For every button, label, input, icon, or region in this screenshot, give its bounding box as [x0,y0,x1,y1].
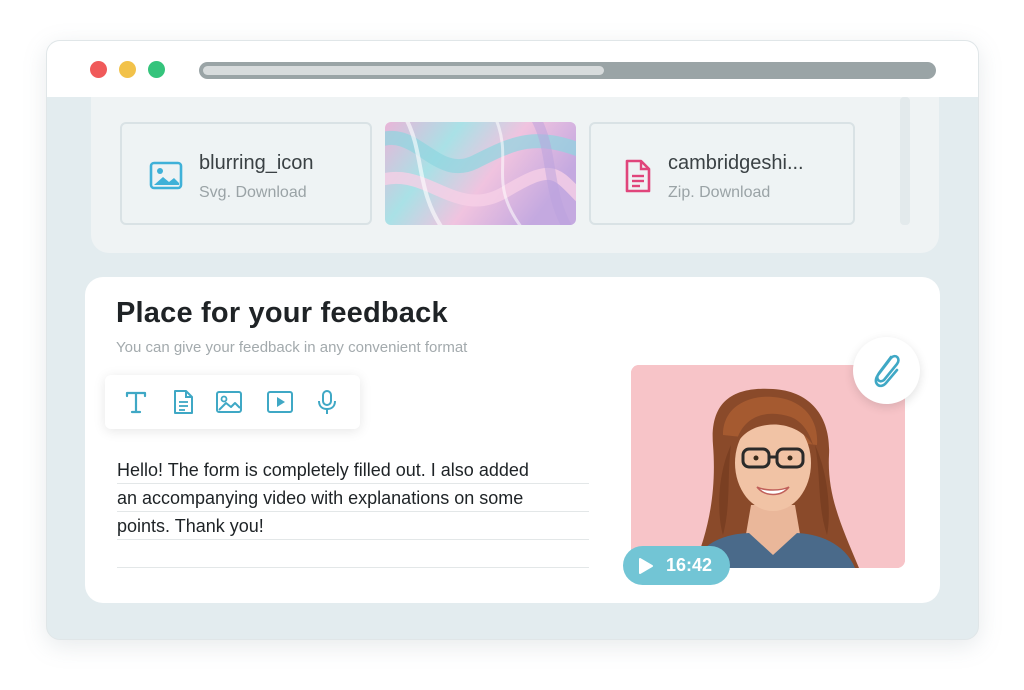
address-bar[interactable] [199,62,936,79]
page-subtitle: You can give your feedback in any conven… [116,339,468,356]
message-line [117,540,589,568]
address-bar-progress [203,66,604,75]
attach-button[interactable] [853,337,920,404]
scrollbar[interactable] [900,97,910,225]
feedback-panel: Place for your feedback You can give you… [85,277,940,603]
message-line: Hello! The form is completely filled out… [117,456,589,484]
text-icon[interactable] [122,388,150,416]
message-line: points. Thank you! [117,512,589,540]
microphone-icon[interactable] [313,388,341,416]
page-title: Place for your feedback [116,297,448,329]
video-duration: 16:42 [666,555,713,575]
play-icon [639,558,653,574]
minimize-button[interactable] [119,61,136,78]
file-download-label[interactable]: Zip. Download [668,184,770,202]
image-icon [149,161,183,190]
file-card-blurring-icon[interactable]: blurring_icon Svg. Download [120,122,372,225]
image-thumbnail[interactable] [385,122,576,225]
document-icon[interactable] [169,388,197,416]
browser-window: blurring_icon Svg. Download cambridgeshi… [46,40,979,640]
document-icon [625,159,651,193]
play-button[interactable]: 16:42 [623,546,730,585]
file-name: blurring_icon [199,152,314,174]
image-icon[interactable] [215,388,243,416]
title-bar [47,41,978,97]
video-icon[interactable] [266,388,294,416]
file-card-cambridgeshi[interactable]: cambridgeshi... Zip. Download [589,122,855,225]
format-toolbar [105,375,360,429]
maximize-button[interactable] [148,61,165,78]
close-button[interactable] [90,61,107,78]
feedback-message[interactable]: Hello! The form is completely filled out… [117,456,589,568]
message-line: an accompanying video with explanations … [117,484,589,512]
file-name: cambridgeshi... [668,152,804,174]
file-download-label[interactable]: Svg. Download [199,184,307,202]
marble-image [385,122,576,225]
paperclip-icon [874,354,900,388]
